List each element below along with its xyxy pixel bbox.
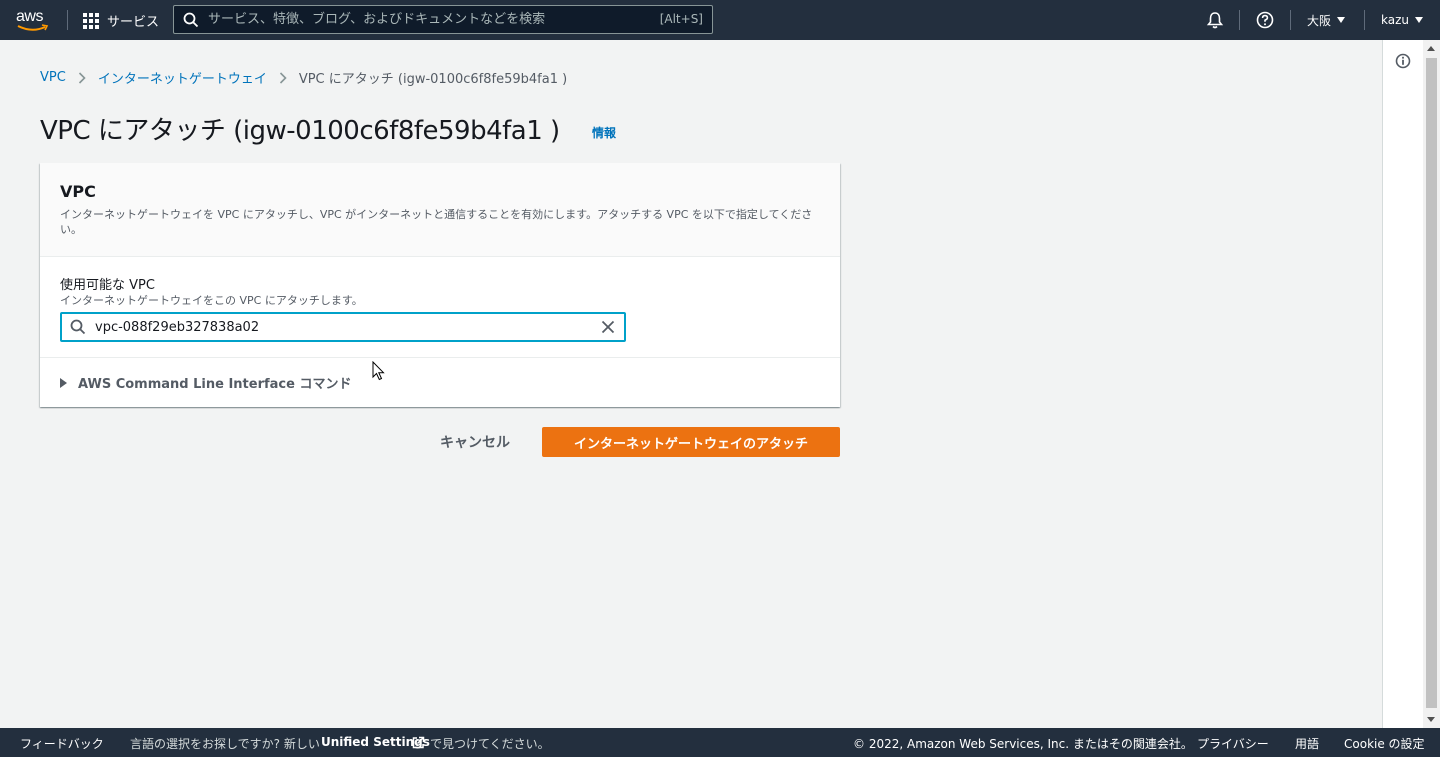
tools-panel-rail [1382, 40, 1423, 728]
language-prefix: 言語の選択をお探しですか? 新しい [130, 737, 320, 751]
grid-icon [83, 12, 99, 29]
breadcrumb-link-vpc[interactable]: VPC [40, 70, 66, 85]
container-title: VPC [60, 182, 96, 201]
copyright: © 2022, Amazon Web Services, Inc. またはその関… [853, 737, 1193, 751]
nav-divider [67, 10, 68, 30]
field-label: 使用可能な VPC [60, 278, 155, 293]
scrollbar-thumb[interactable] [1426, 58, 1437, 708]
privacy-link[interactable]: プライバシー [1197, 735, 1269, 752]
top-navigation: aws サービス [Alt+S] 大阪 [0, 0, 1440, 40]
notifications-button[interactable] [1206, 0, 1224, 40]
caret-down-icon [1415, 17, 1423, 23]
services-menu-button[interactable]: サービス [83, 11, 159, 30]
info-link[interactable]: 情報 [592, 124, 616, 141]
search-icon [70, 319, 86, 335]
breadcrumb-link-internet-gateways[interactable]: インターネットゲートウェイ [98, 68, 267, 87]
user-menu[interactable]: kazu [1381, 0, 1423, 40]
services-label: サービス [107, 15, 160, 30]
section-divider [40, 357, 840, 358]
breadcrumb: VPC インターネットゲートウェイ VPC にアタッチ (igw-0100c6f… [40, 68, 567, 87]
cookie-settings-link[interactable]: Cookie の設定 [1344, 735, 1425, 752]
language-suffix: で見つけてください。 [430, 737, 550, 751]
help-icon [1256, 11, 1274, 29]
page-title: VPC にアタッチ (igw-0100c6f8fe59b4fa1 ) [40, 116, 560, 146]
search-icon [183, 12, 199, 28]
expander-label: AWS Command Line Interface コマンド [78, 377, 352, 392]
nav-divider [1290, 10, 1291, 30]
info-circle-icon[interactable] [1395, 53, 1411, 69]
global-search-input[interactable] [208, 6, 648, 33]
nav-divider [1239, 10, 1240, 30]
mouse-pointer-icon [372, 361, 385, 381]
search-shortcut: [Alt+S] [659, 12, 703, 26]
external-link-icon [412, 736, 425, 749]
region-selector[interactable]: 大阪 [1307, 0, 1346, 40]
vpc-autosuggest[interactable] [60, 312, 626, 342]
cli-commands-expander[interactable]: AWS Command Line Interface コマンド [60, 373, 351, 392]
global-search[interactable]: [Alt+S] [173, 5, 713, 34]
aws-logo-text: aws [16, 8, 43, 25]
caret-down-icon [1337, 17, 1346, 23]
user-label: kazu [1381, 13, 1409, 27]
container-description: インターネットゲートウェイを VPC にアタッチし、VPC がインターネットと通… [60, 208, 813, 236]
footer: フィードバック 言語の選択をお探しですか? 新しい Unified Settin… [0, 728, 1440, 757]
help-button[interactable] [1256, 0, 1274, 40]
caret-right-icon [60, 377, 67, 388]
bell-icon [1206, 12, 1224, 29]
vpc-container: VPC インターネットゲートウェイを VPC にアタッチし、VPC がインターネ… [40, 163, 840, 407]
container-header: VPC インターネットゲートウェイを VPC にアタッチし、VPC がインターネ… [40, 163, 840, 257]
nav-divider [1364, 10, 1365, 30]
vertical-scrollbar[interactable] [1423, 40, 1440, 728]
field-description: インターネットゲートウェイをこの VPC にアタッチします。 [60, 294, 363, 307]
attach-internet-gateway-button[interactable]: インターネットゲートウェイのアタッチ [542, 427, 840, 457]
aws-logo[interactable]: aws [16, 9, 50, 33]
chevron-right-icon [78, 71, 86, 84]
scroll-down-arrow-icon[interactable] [1427, 717, 1435, 722]
aws-smile-icon [17, 24, 49, 31]
feedback-link[interactable]: フィードバック [20, 735, 104, 752]
breadcrumb-current: VPC にアタッチ (igw-0100c6f8fe59b4fa1 ) [298, 72, 568, 87]
vpc-input[interactable] [95, 317, 595, 337]
chevron-right-icon [279, 71, 287, 84]
region-label: 大阪 [1307, 13, 1332, 28]
clear-icon[interactable] [601, 320, 615, 334]
cancel-button[interactable]: キャンセル [427, 427, 523, 457]
scroll-up-arrow-icon[interactable] [1427, 46, 1435, 51]
terms-link[interactable]: 用語 [1295, 735, 1319, 752]
